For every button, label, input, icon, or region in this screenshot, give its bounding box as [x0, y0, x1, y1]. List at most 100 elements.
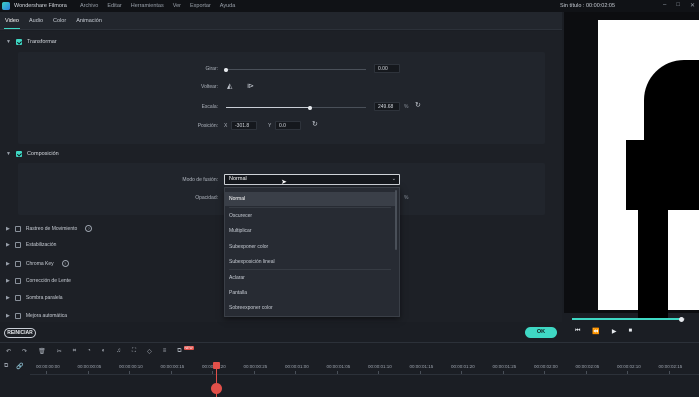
playback-scrubber[interactable]	[678, 316, 684, 322]
y-label: Y	[268, 123, 272, 129]
timecode-label: 00:00:00:25	[243, 364, 268, 369]
composition-header[interactable]: ▼ Composición	[6, 151, 59, 157]
speed-icon[interactable]: ◔	[87, 348, 91, 354]
playhead-handle-icon[interactable]	[211, 383, 222, 394]
chevron-down-icon[interactable]: ▼	[6, 39, 11, 45]
ai-icon[interactable]: ⧉	[177, 348, 181, 355]
blend-option-sobreexponer-color[interactable]: Sobreexponer color	[225, 301, 395, 315]
playback-progress[interactable]	[572, 316, 685, 322]
chevron-down-icon[interactable]: ⌄	[392, 176, 396, 182]
timecode-label: 00:00:00:15	[160, 364, 185, 369]
scale-reset-icon[interactable]: ↻	[415, 101, 421, 109]
blend-option-subexposicion-lineal[interactable]: Subexposición lineal	[225, 255, 395, 269]
prev-frame-icon[interactable]: ⏮	[575, 328, 580, 335]
flip-horizontal-icon[interactable]: ⧐	[247, 82, 254, 90]
flip-vertical-icon[interactable]: ◭	[227, 82, 232, 90]
section-drop-shadow[interactable]: ▶ Sombra paralela	[6, 295, 63, 301]
playhead-cap[interactable]	[213, 362, 220, 369]
tab-audio[interactable]: Audio	[28, 13, 44, 28]
chevron-right-icon[interactable]: ▶	[6, 226, 10, 232]
undo-icon[interactable]: ↶	[6, 348, 11, 355]
drop-shadow-checkbox[interactable]	[14, 295, 21, 301]
chevron-right-icon[interactable]: ▶	[6, 242, 10, 248]
close-icon[interactable]: ✕	[690, 2, 695, 9]
reset-button[interactable]: REINICIAR	[4, 328, 36, 338]
scale-value-field[interactable]: 249.68	[374, 102, 400, 111]
auto-enhance-checkbox[interactable]	[14, 313, 21, 319]
menu-exportar[interactable]: Exportar	[190, 3, 211, 9]
dropdown-divider	[229, 207, 391, 208]
timecode-label: 00:00:00:10	[119, 364, 143, 369]
section-motion-tracking[interactable]: ▶ Rastreo de Movimiento ?	[6, 225, 93, 232]
menu-herramientas[interactable]: Herramientas	[131, 3, 164, 9]
position-reset-icon[interactable]: ↻	[312, 120, 318, 128]
scale-slider-knob[interactable]	[308, 105, 312, 110]
crop-icon[interactable]: ⌗	[73, 348, 76, 355]
composition-title: Composición	[26, 151, 59, 157]
scale-slider[interactable]	[226, 105, 366, 110]
chroma-key-checkbox[interactable]	[14, 260, 21, 267]
blend-mode-select[interactable]: Normal ⌄ ➤	[224, 174, 400, 186]
section-auto-enhance[interactable]: ▶ Mejora automática	[6, 313, 67, 319]
section-stabilization[interactable]: ▶ Estabilización	[6, 242, 56, 248]
menu-ver[interactable]: Ver	[173, 3, 181, 9]
dropdown-scrollbar[interactable]	[395, 190, 397, 250]
tab-color[interactable]: Color	[52, 13, 67, 28]
timecode-label: 00:00:02:05	[575, 364, 600, 369]
y-value-field[interactable]: 0.0	[275, 121, 301, 130]
chroma-key-label: Chroma Key	[25, 260, 54, 267]
playhead[interactable]	[211, 362, 222, 397]
link-icon[interactable]: 🔗	[16, 363, 23, 370]
chevron-right-icon[interactable]: ▶	[6, 278, 10, 284]
stabilization-checkbox[interactable]	[14, 242, 21, 248]
chevron-right-icon[interactable]: ▶	[6, 261, 10, 267]
menu-archivo[interactable]: Archivo	[80, 3, 98, 9]
split-icon[interactable]: ≡	[163, 348, 167, 354]
blend-option-aclarar[interactable]: Aclarar	[225, 271, 395, 285]
x-value-field[interactable]: -301.8	[231, 121, 257, 130]
rotate-value-field[interactable]: 0.00	[374, 64, 400, 73]
play-icon[interactable]: ▶	[612, 328, 617, 335]
blend-option-multiplicar[interactable]: Multiplicar	[225, 224, 395, 238]
blend-option-normal[interactable]: Normal	[225, 192, 395, 206]
timecode-label: 00:00:01:05	[326, 364, 351, 369]
menu-editar[interactable]: Editar	[107, 3, 121, 9]
tab-video[interactable]: Video	[4, 13, 20, 29]
transform-header[interactable]: ▼ Transformar	[6, 39, 57, 45]
section-lens-correction[interactable]: ▶ Corrección de Lente	[6, 278, 71, 284]
redo-icon[interactable]: ↷	[22, 348, 27, 355]
transform-checkbox[interactable]	[15, 39, 22, 45]
fullscreen-icon[interactable]: ⛶	[132, 348, 136, 355]
chevron-down-icon[interactable]: ▼	[6, 151, 11, 157]
keyframe-icon[interactable]: ◇	[147, 348, 152, 355]
lens-correction-checkbox[interactable]	[14, 278, 21, 284]
cut-icon[interactable]: ✂	[57, 348, 62, 355]
delete-icon[interactable]: 🗑	[38, 348, 46, 355]
chevron-right-icon[interactable]: ▶	[6, 295, 10, 301]
info-icon[interactable]: ?	[61, 260, 69, 267]
tab-animacion[interactable]: Animación	[75, 13, 103, 28]
blend-option-oscurecer[interactable]: Oscurecer	[225, 209, 395, 223]
track-manager-icon[interactable]: ⧉	[4, 363, 8, 370]
blend-option-subexponer-color[interactable]: Subexponer color	[225, 240, 395, 254]
minimize-icon[interactable]: –	[663, 2, 666, 9]
info-icon[interactable]: ?	[85, 225, 93, 232]
ok-button[interactable]: OK	[525, 327, 557, 338]
property-tabs: Video Audio Color Animación	[0, 12, 562, 30]
section-chroma-key[interactable]: ▶ Chroma Key ?	[6, 260, 69, 267]
motion-tracking-label: Rastreo de Movimiento	[25, 225, 78, 232]
menu-ayuda[interactable]: Ayuda	[220, 3, 236, 9]
timeline-ruler[interactable]: ⧉ 🔗 00:00:00:00 00:00:00:05 00:00:00:10 00:…	[0, 359, 699, 397]
chevron-right-icon[interactable]: ▶	[6, 313, 10, 319]
audio-icon[interactable]: ♫	[116, 348, 121, 354]
step-back-icon[interactable]: ⏪	[592, 328, 599, 335]
stop-icon[interactable]: ■	[629, 328, 633, 335]
maximize-icon[interactable]: □	[676, 2, 680, 9]
rotate-slider[interactable]	[224, 67, 366, 72]
motion-tracking-checkbox[interactable]	[14, 225, 21, 232]
rotate-slider-knob[interactable]	[224, 67, 228, 72]
ruler-tick	[212, 371, 213, 374]
composition-checkbox[interactable]	[15, 151, 22, 157]
color-icon[interactable]: ◐	[102, 348, 106, 354]
blend-option-pantalla[interactable]: Pantalla	[225, 286, 395, 300]
